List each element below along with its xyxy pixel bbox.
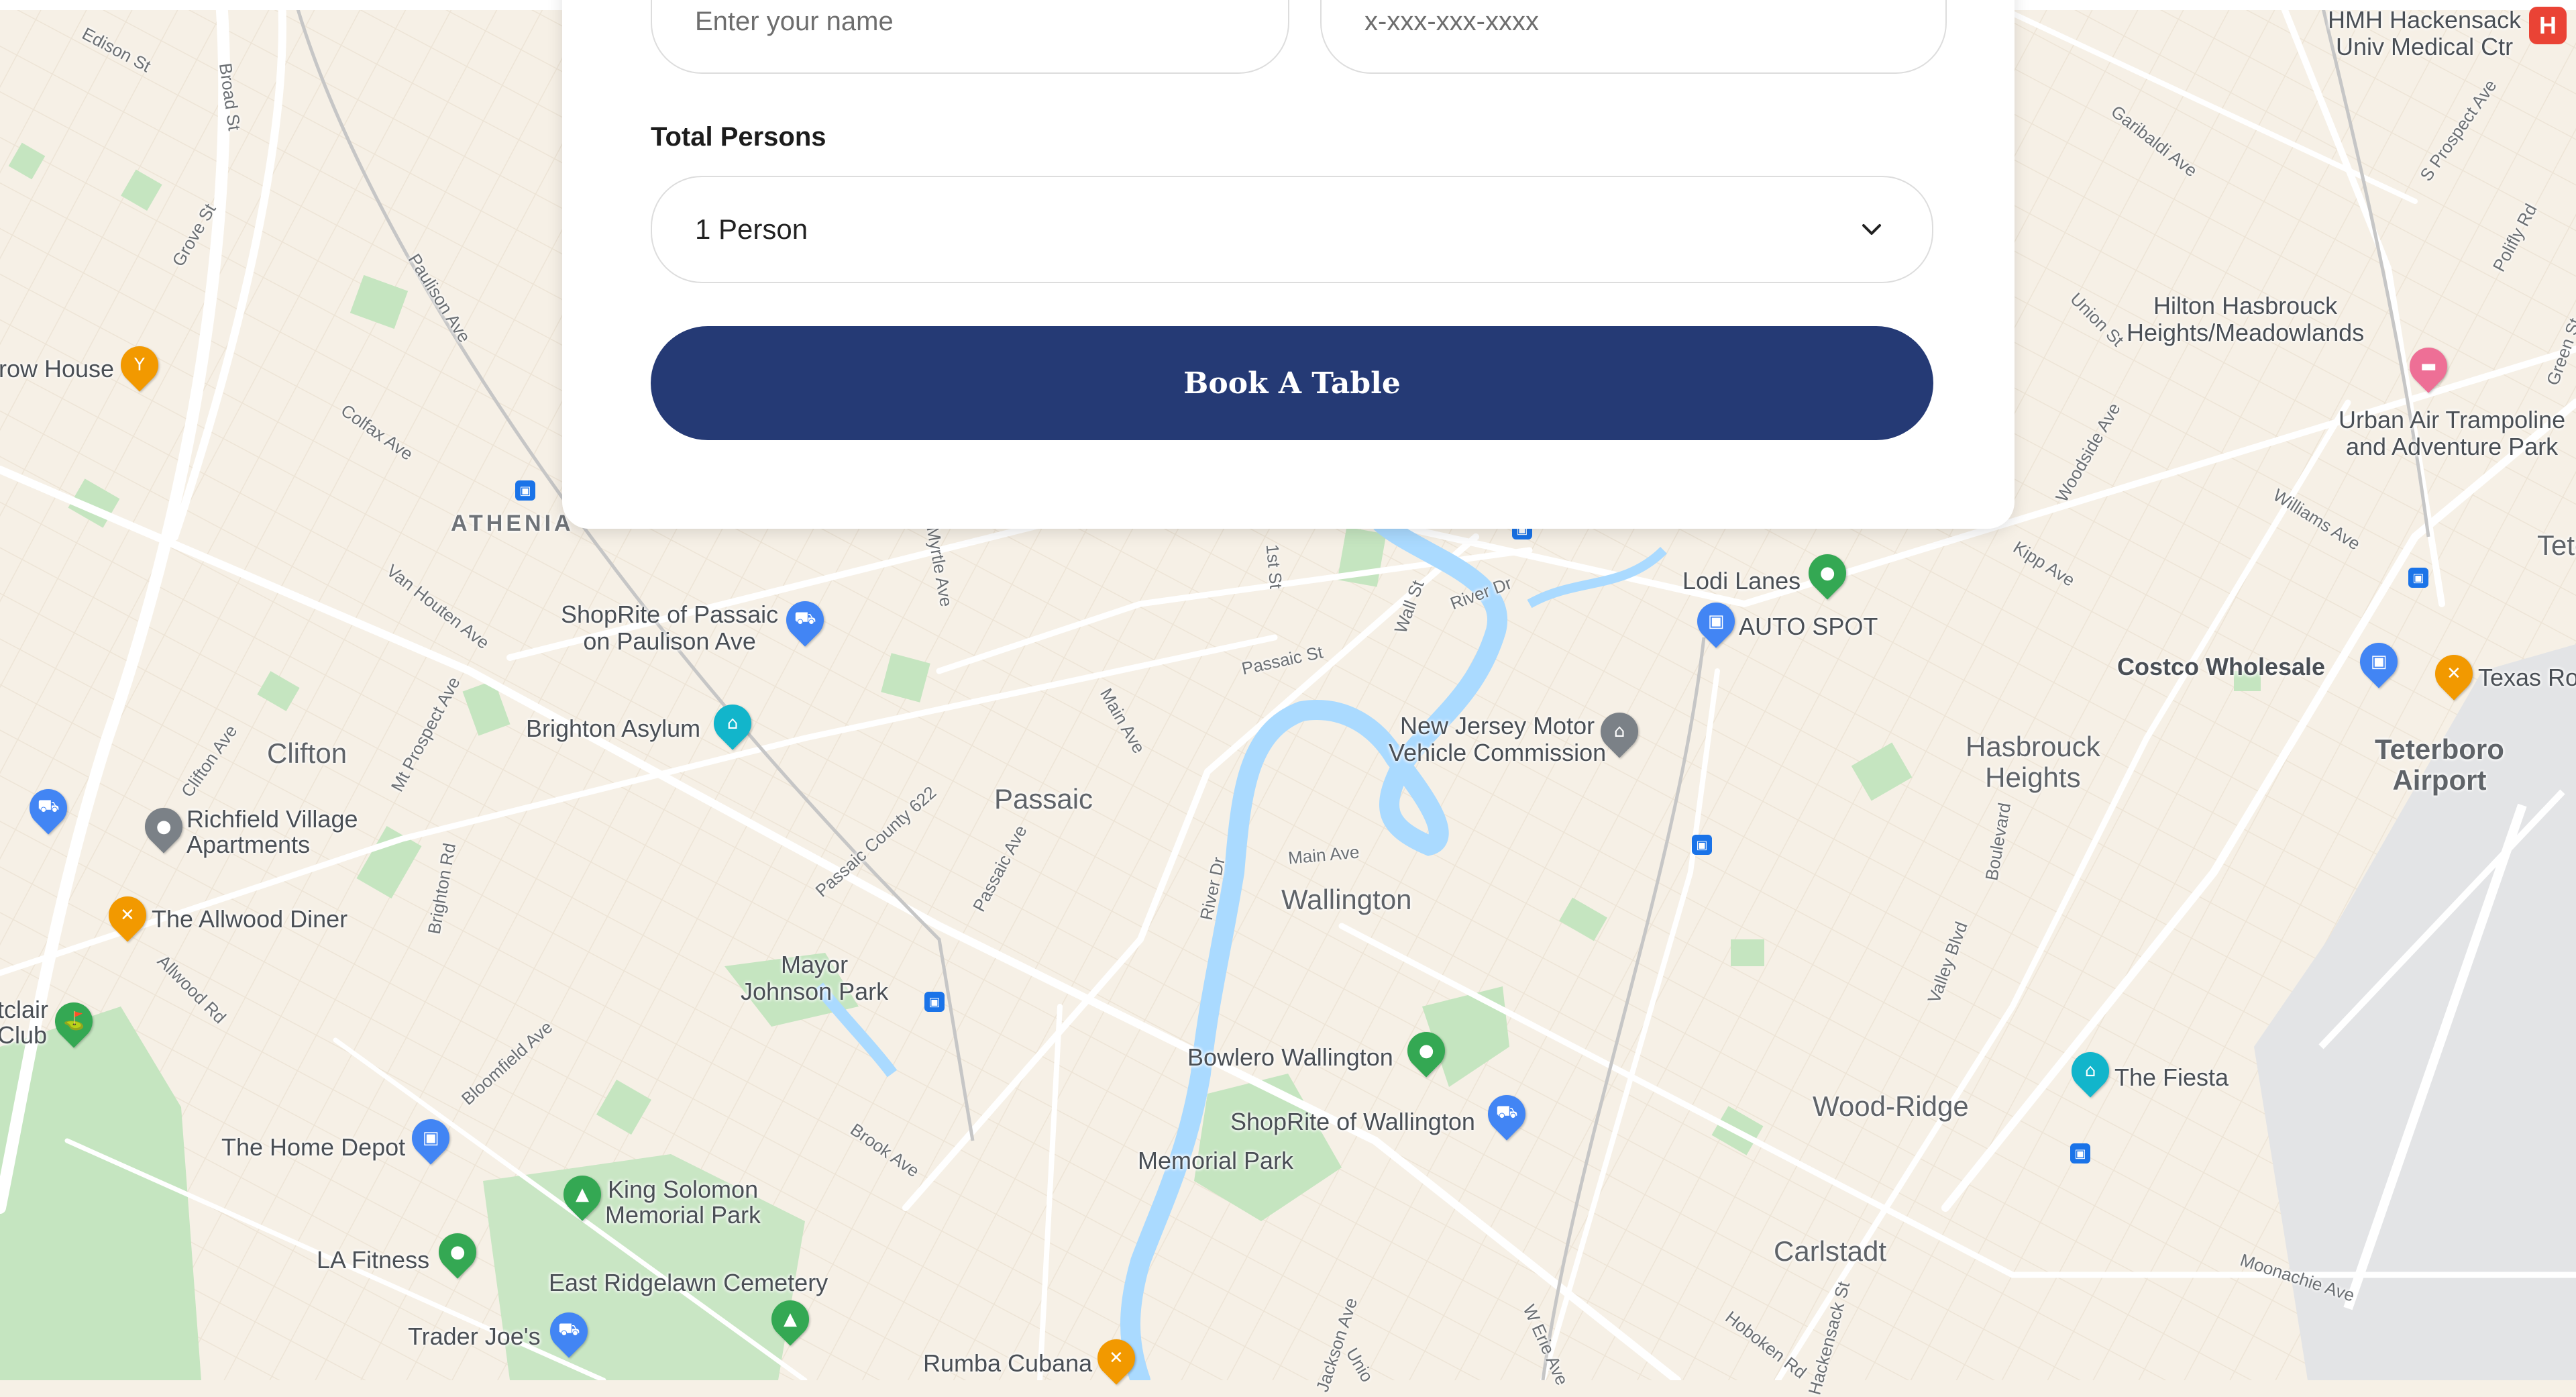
- phone-placeholder: x-xxx-xxx-xxxx: [1364, 7, 1539, 36]
- place-label[interactable]: Urban Air Trampoline and Adventure Park: [2339, 407, 2565, 460]
- booking-form-card: Enter your name x-xxx-xxx-xxxx Total Per…: [562, 0, 2015, 529]
- hospital-icon[interactable]: H: [2529, 7, 2567, 44]
- city-label: Wood-Ridge: [1813, 1090, 1969, 1122]
- place-label[interactable]: New Jersey Motor Vehicle Commission: [1389, 713, 1606, 766]
- persons-select[interactable]: 1 Person: [651, 176, 1933, 283]
- place-label[interactable]: Texas Ro: [2478, 664, 2576, 691]
- place-label[interactable]: Memorial Park: [1138, 1147, 1293, 1174]
- total-persons-label: Total Persons: [651, 122, 826, 152]
- place-label[interactable]: East Ridgelawn Cemetery: [549, 1270, 828, 1296]
- city-label: Hasbrouck Heights: [1966, 731, 2100, 794]
- place-label[interactable]: Hilton Hasbrouck Heights/Meadowlands: [2127, 293, 2364, 346]
- place-label[interactable]: Trader Joe's: [408, 1323, 541, 1350]
- name-placeholder: Enter your name: [695, 7, 894, 36]
- place-label[interactable]: The Fiesta: [2114, 1064, 2229, 1091]
- city-label: Clifton: [267, 737, 347, 769]
- street-label: 1st St: [1262, 543, 1287, 590]
- book-a-table-button[interactable]: Book A Table: [651, 326, 1933, 440]
- transit-station-icon[interactable]: ▣: [2070, 1143, 2090, 1163]
- place-label[interactable]: The Home Depot: [221, 1134, 405, 1161]
- place-label[interactable]: Rumba Cubana: [923, 1350, 1092, 1377]
- place-label[interactable]: LA Fitness: [317, 1247, 429, 1274]
- place-label[interactable]: Bowlero Wallington: [1187, 1044, 1393, 1071]
- persons-selected-value: 1 Person: [695, 213, 808, 245]
- transit-station-icon[interactable]: ▣: [2408, 568, 2428, 588]
- place-label[interactable]: row House: [0, 356, 114, 382]
- transit-station-icon[interactable]: ▣: [924, 992, 945, 1012]
- place-label[interactable]: AUTO SPOT: [1739, 613, 1878, 640]
- transit-station-icon[interactable]: ▣: [1692, 835, 1712, 855]
- place-label[interactable]: King Solomon Memorial Park: [605, 1177, 761, 1228]
- place-label[interactable]: ShopRite of Wallington: [1230, 1108, 1475, 1135]
- chevron-down-icon[interactable]: [1860, 219, 1884, 240]
- place-label[interactable]: Brighton Asylum: [526, 715, 700, 742]
- city-label: Tete: [2537, 529, 2576, 561]
- name-field[interactable]: Enter your name: [651, 0, 1289, 74]
- place-label[interactable]: HMH Hackensack Univ Medical Ctr: [2328, 7, 2521, 60]
- transit-station-icon[interactable]: ▣: [515, 480, 535, 501]
- city-label: Passaic: [994, 783, 1093, 815]
- place-label[interactable]: Lodi Lanes: [1682, 568, 1801, 594]
- city-label: Carlstadt: [1774, 1235, 1887, 1267]
- district-label: ATHENIA: [451, 511, 574, 536]
- city-label: Wallington: [1281, 884, 1412, 915]
- place-label[interactable]: Mayor Johnson Park: [741, 951, 888, 1004]
- place-label[interactable]: Richfield Village Apartments: [186, 807, 358, 858]
- place-label[interactable]: ShopRite of Passaic on Paulison Ave: [561, 601, 778, 654]
- place-label[interactable]: The Allwood Diner: [152, 906, 347, 933]
- place-label[interactable]: tclair Club: [0, 997, 48, 1048]
- city-label: Teterboro Airport: [2375, 733, 2504, 796]
- place-label[interactable]: Costco Wholesale: [2117, 654, 2325, 680]
- phone-field[interactable]: x-xxx-xxx-xxxx: [1320, 0, 1947, 74]
